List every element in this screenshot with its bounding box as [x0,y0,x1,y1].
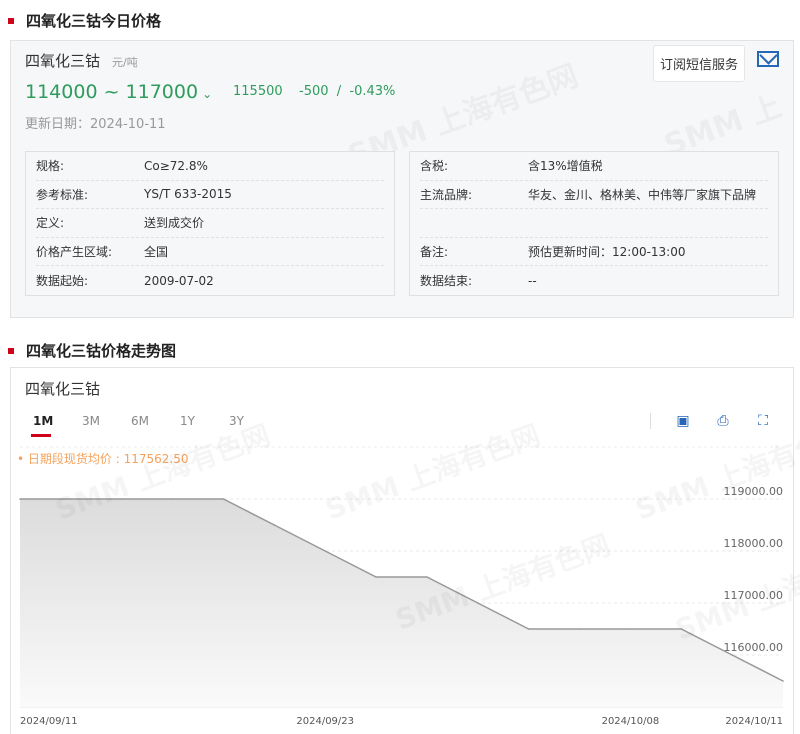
watermark: SMM 上海有色网 [671,538,800,646]
data-point [629,628,632,630]
data-point [222,498,225,500]
data-point [273,524,276,526]
price-chart: 119000.00118000.00117000.00116000.001150… [19,418,800,727]
data-point [527,628,530,630]
y-tick-label: 118000.00 [724,537,784,550]
x-tick-label: 2024/09/11 [20,716,78,727]
watermark: SMM 上海有色网 [321,418,544,526]
data-point [19,498,21,500]
data-point [731,654,733,656]
data-point [171,498,174,500]
y-tick-label: 116000.00 [724,641,784,654]
data-point [782,680,784,682]
data-point [578,628,581,630]
x-tick-label: 2024/09/23 [296,716,354,727]
data-point [324,550,327,552]
data-point [375,576,377,578]
x-tick-label: 2024/10/08 [602,716,660,727]
data-point [426,576,428,578]
watermark: SMM 上海有色网 [631,418,800,526]
x-tick-label: 2024/10/11 [725,716,783,727]
